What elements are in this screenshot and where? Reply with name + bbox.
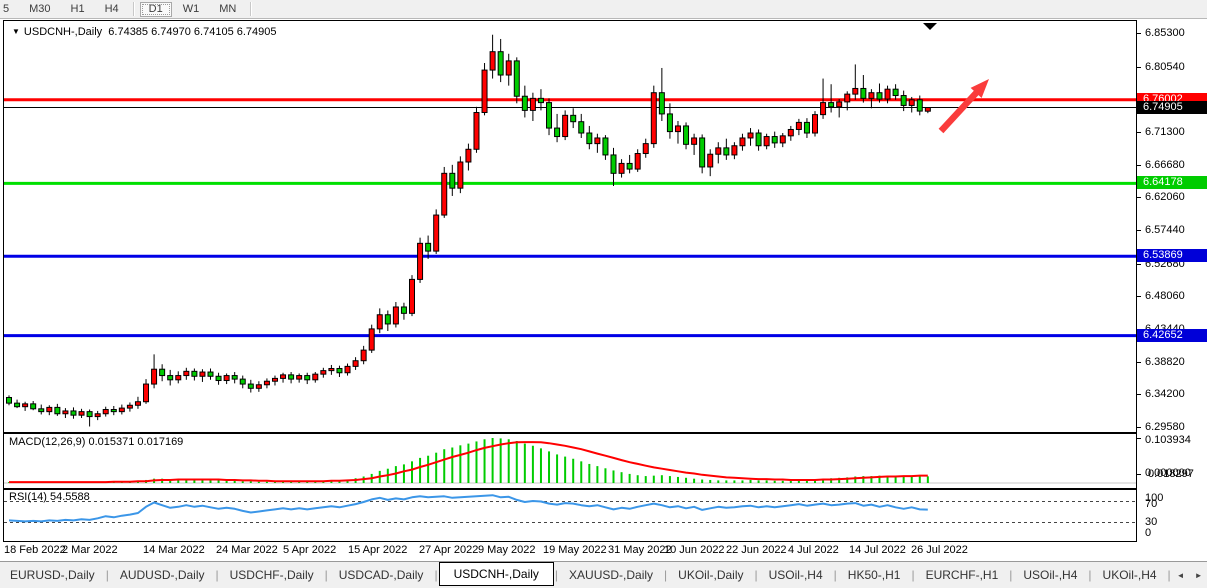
price-chart-canvas[interactable] [4,21,1136,432]
timeframe-button-w1[interactable]: W1 [174,2,209,17]
symbol-tab-usdcad-daily[interactable]: USDCAD-,Daily [329,565,434,585]
axis-tick-label[interactable]: 6.48060 [1145,290,1185,302]
symbol-name: USDCNH-,Daily [24,26,102,38]
symbol-tab-usoil-h4[interactable]: USOil-,H4 [759,565,833,585]
macd-label: MACD(12,26,9) 0.015371 0.017169 [9,436,183,448]
toolbar-separator [133,2,135,16]
date-label[interactable]: 4 Jul 2022 [788,544,839,556]
axis-tick-label[interactable]: 6.62060 [1145,191,1185,203]
rsi-indicator-panel[interactable]: RSI(14) 54.5588 [3,489,1137,542]
rsi-line [9,495,928,521]
macd-axis-max-label[interactable]: 0.103934 [1145,434,1191,446]
axis-tick[interactable] [1137,438,1141,439]
axis-tick[interactable] [1137,132,1141,133]
tab-scroll-left-icon[interactable]: ◄ [1172,569,1190,582]
timeframe-button-h4[interactable]: H4 [96,2,128,17]
date-label[interactable]: 10 Jun 2022 [664,544,725,556]
date-label[interactable]: 27 Apr 2022 [419,544,478,556]
symbol-tab-usdcnh-daily[interactable]: USDCNH-,Daily [439,562,554,586]
timeframe-button-d1[interactable]: D1 [140,2,172,17]
timeframe-toolbar: 5M30H1H4 D1W1MN [0,0,1207,19]
symbol-tab-usoil-h4[interactable]: USOil-,H4 [1013,565,1087,585]
macd-values: 0.015371 0.017169 [88,436,183,448]
tab-scroll-right-icon[interactable]: ► [1190,569,1207,582]
date-label[interactable]: 24 Mar 2022 [216,544,278,556]
axis-tick-label[interactable]: 6.66680 [1145,159,1185,171]
date-label[interactable]: 9 May 2022 [478,544,535,556]
macd-axis-min-label[interactable]: 0.000000 [1145,467,1191,479]
axis-tick[interactable] [1137,474,1141,475]
price-badge-6.64178[interactable]: 6.64178 [1137,176,1207,189]
rsi-value: 54.5588 [50,491,90,503]
axis-tick[interactable] [1137,230,1141,231]
price-badge-6.53869[interactable]: 6.53869 [1137,249,1207,262]
axis-tick-label[interactable]: 6.57440 [1145,224,1185,236]
timeframe-button-m30[interactable]: M30 [20,2,59,17]
symbol-dropdown-icon[interactable]: ▼ [12,27,20,36]
date-label[interactable]: 22 Jun 2022 [726,544,787,556]
ohlc-values: 6.74385 6.74970 6.74105 6.74905 [108,26,276,38]
symbol-tab-eurusd-daily[interactable]: EURUSD-,Daily [0,565,105,585]
price-badge-6.76002[interactable]: 6.76002 [1137,93,1207,106]
symbol-tab-usdchf-daily[interactable]: USDCHF-,Daily [220,565,324,585]
chart-title: ▼ USDCNH-,Daily 6.74385 6.74970 6.74105 6… [12,26,277,38]
axis-tick[interactable] [1137,296,1141,297]
candles [7,35,931,427]
symbol-tab-audusd-daily[interactable]: AUDUSD-,Daily [110,565,215,585]
symbol-tab-bar: EURUSD-,Daily|AUDUSD-,Daily|USDCHF-,Dail… [0,561,1207,588]
rsi-axis-label-30[interactable]: 30 [1145,516,1157,528]
axis-tick[interactable] [1137,427,1141,428]
axis-tick[interactable] [1137,67,1141,68]
rsi-axis-label-70[interactable]: 70 [1145,498,1157,510]
date-label[interactable]: 15 Apr 2022 [348,544,407,556]
price-badge-6.74905[interactable]: 6.74905 [1137,101,1207,114]
date-label[interactable]: 2 Mar 2022 [62,544,118,556]
rsi-label: RSI(14) 54.5588 [9,491,90,503]
timeframe-button-mn[interactable]: MN [210,2,245,17]
timeframe-button-h1[interactable]: H1 [62,2,94,17]
date-label[interactable]: 18 Feb 2022 [4,544,66,556]
axis-tick[interactable] [1137,362,1141,363]
axis-tick[interactable] [1137,264,1141,265]
axis-tick-label[interactable]: 6.43440 [1145,323,1185,335]
axis-tick-label[interactable]: 6.38820 [1145,356,1185,368]
rsi-canvas [4,490,1136,541]
axis-tick-label[interactable]: 6.85300 [1145,27,1185,39]
axis-tick-label[interactable]: 6.34200 [1145,388,1185,400]
axis-tick-label[interactable]: 6.29580 [1145,421,1185,433]
price-badge-6.42652[interactable]: 6.42652 [1137,329,1207,342]
macd-axis-min-label[interactable]: 0.018297 [1148,468,1194,480]
symbol-tab-hk50-h1[interactable]: HK50-,H1 [838,565,911,585]
date-label[interactable]: 31 May 2022 [608,544,672,556]
toolbar-separator [250,2,252,16]
rsi-axis-label-0[interactable]: 0 [1145,527,1151,539]
axis-tick[interactable] [1137,33,1141,34]
axis-tick[interactable] [1137,197,1141,198]
tab-scroll-controls: |◄► [1167,568,1207,582]
date-label[interactable]: 14 Mar 2022 [143,544,205,556]
symbol-tab-ukoil-daily[interactable]: UKOil-,Daily [668,565,753,585]
date-label[interactable]: 14 Jul 2022 [849,544,906,556]
date-label[interactable]: 26 Jul 2022 [911,544,968,556]
price-chart-panel[interactable]: ▼ USDCNH-,Daily 6.74385 6.74970 6.74105 6… [3,20,1137,433]
timeframe-button-5[interactable]: 5 [0,2,18,17]
axis-tick[interactable] [1137,329,1141,330]
macd-indicator-panel[interactable]: MACD(12,26,9) 0.015371 0.017169 [3,433,1137,489]
date-label[interactable]: 19 May 2022 [543,544,607,556]
symbol-tab-ukoil-h4[interactable]: UKOil-,H4 [1093,565,1167,585]
symbol-tab-eurchf-h1[interactable]: EURCHF-,H1 [916,565,1009,585]
symbol-tab-xauusd-daily[interactable]: XAUUSD-,Daily [559,565,663,585]
axis-tick-label[interactable]: 6.52680 [1145,258,1185,270]
trend-arrow-object[interactable] [939,79,989,133]
axis-tick[interactable] [1137,394,1141,395]
date-label[interactable]: 5 Apr 2022 [283,544,336,556]
rsi-axis-label-100[interactable]: 100 [1145,492,1163,504]
axis-tick-label[interactable]: 6.80540 [1145,61,1185,73]
axis-tick-label[interactable]: 6.71300 [1145,126,1185,138]
horizontal-lines[interactable] [4,100,1136,336]
chart-shift-marker-icon[interactable] [923,23,937,30]
axis-tick[interactable] [1137,165,1141,166]
